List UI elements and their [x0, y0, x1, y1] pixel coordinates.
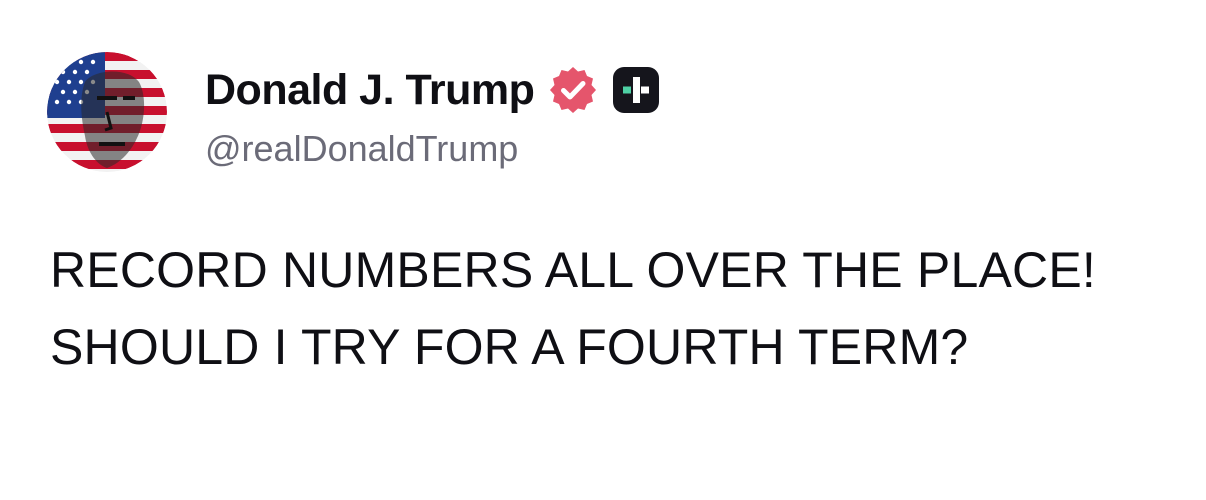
post-text: RECORD NUMBERS ALL OVER THE PLACE! SHOUL… [50, 242, 1096, 375]
plus-badge-icon [611, 65, 661, 115]
flag-portrait-icon [47, 52, 167, 172]
author-name-row: Donald J. Trump [205, 64, 661, 116]
author-handle[interactable]: @realDonaldTrump [205, 128, 518, 170]
author-display-name[interactable]: Donald J. Trump [205, 66, 535, 115]
post-card: Donald J. Trump @realDonaldTrump RECORD … [0, 0, 1206, 500]
verified-badge-icon [548, 65, 598, 115]
avatar[interactable] [47, 52, 167, 172]
